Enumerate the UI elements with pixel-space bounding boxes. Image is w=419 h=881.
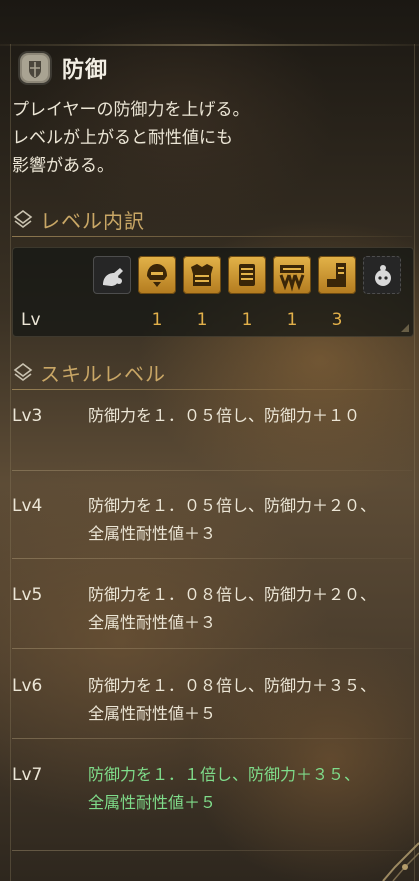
panel-top-border bbox=[0, 44, 419, 46]
level-effect-line: 防御力を１．０５倍し、防御力＋２０、 bbox=[88, 496, 377, 515]
level-effect: 防御力を１．０５倍し、防御力＋２０、 全属性耐性値＋３ bbox=[88, 492, 408, 548]
level-name: Lv4 bbox=[12, 496, 43, 516]
level-effect: 防御力を１．１倍し、防御力＋３５、 全属性耐性値＋５ bbox=[88, 761, 408, 817]
level-effect-line: 全属性耐性値＋５ bbox=[88, 704, 217, 723]
decoration-icon bbox=[363, 256, 401, 294]
section-divider bbox=[12, 236, 412, 237]
leg-armor-icon bbox=[318, 256, 356, 294]
level-divider bbox=[12, 558, 412, 559]
breakdown-heading: レベル内訳 bbox=[12, 205, 145, 234]
section-divider bbox=[12, 389, 412, 390]
slot-level-value: 1 bbox=[151, 310, 163, 330]
level-effect: 防御力を１．０８倍し、防御力＋２０、 全属性耐性値＋３ bbox=[88, 581, 408, 637]
level-breakdown-panel: Lv 1 1 1 1 3 bbox=[12, 247, 414, 337]
level-effect-line: 全属性耐性値＋５ bbox=[88, 793, 217, 812]
slot-level-value: 3 bbox=[331, 310, 343, 330]
panel-left-border bbox=[10, 44, 11, 881]
slot-level-value: 1 bbox=[286, 310, 298, 330]
level-divider bbox=[12, 850, 412, 851]
level-effect-line: 防御力を１．０８倍し、防御力＋３５、 bbox=[88, 676, 377, 695]
corner-ornament-icon bbox=[382, 842, 419, 881]
description-line: 影響がある。 bbox=[12, 156, 114, 176]
description-line: レベルが上がると耐性値にも bbox=[12, 128, 233, 148]
level-divider bbox=[12, 738, 412, 739]
level-effect-line: 防御力を１．０５倍し、防御力＋１０ bbox=[88, 406, 361, 425]
skill-header: 防御 bbox=[18, 48, 108, 88]
section-diamond-icon bbox=[13, 362, 33, 381]
helmet-icon bbox=[138, 256, 176, 294]
section-diamond-icon bbox=[13, 209, 33, 228]
weapon-charm-icon bbox=[93, 256, 131, 294]
skill-levels-heading: スキルレベル bbox=[12, 358, 166, 387]
level-effect-line: 防御力を１．１倍し、防御力＋３５、 bbox=[88, 765, 361, 784]
description-line: プレイヤーの防御力を上げる。 bbox=[12, 100, 250, 120]
waist-armor-icon bbox=[273, 256, 311, 294]
level-name: Lv5 bbox=[12, 585, 43, 605]
skill-title: 防御 bbox=[62, 58, 109, 83]
slot-level-value: 1 bbox=[241, 310, 253, 330]
level-effect-line: 全属性耐性値＋３ bbox=[88, 524, 217, 543]
panel-corner-mark bbox=[401, 324, 409, 332]
level-effect: 防御力を１．０８倍し、防御力＋３５、 全属性耐性値＋５ bbox=[88, 672, 408, 728]
gauntlet-icon bbox=[228, 256, 266, 294]
level-name: Lv3 bbox=[12, 406, 43, 426]
level-effect-line: 防御力を１．０８倍し、防御力＋２０、 bbox=[88, 585, 377, 604]
chest-armor-icon bbox=[183, 256, 221, 294]
level-effect-line: 全属性耐性値＋３ bbox=[88, 613, 217, 632]
level-effect: 防御力を１．０５倍し、防御力＋１０ bbox=[88, 402, 408, 430]
level-name: Lv6 bbox=[12, 676, 43, 696]
level-name: Lv7 bbox=[12, 765, 43, 785]
breakdown-heading-label: レベル内訳 bbox=[40, 209, 145, 233]
shield-icon bbox=[18, 51, 52, 85]
skill-description: プレイヤーの防御力を上げる。 レベルが上がると耐性値にも 影響がある。 bbox=[12, 96, 407, 180]
level-divider bbox=[12, 470, 412, 471]
slot-level-value: 1 bbox=[196, 310, 208, 330]
panel-right-border bbox=[414, 44, 415, 881]
equipment-slot-row bbox=[93, 256, 408, 294]
breakdown-row-label: Lv bbox=[21, 310, 41, 330]
skill-levels-heading-label: スキルレベル bbox=[40, 362, 166, 386]
level-divider bbox=[12, 648, 412, 649]
